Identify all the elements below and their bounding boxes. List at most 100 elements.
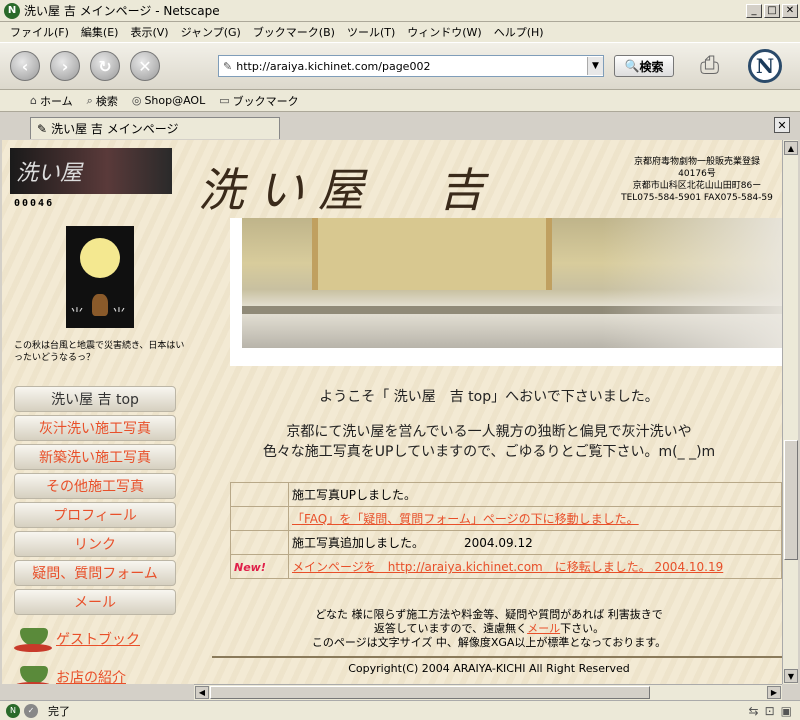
table-row: 「FAQ」を「疑問、質問フォーム」ページの下に移動しました。 <box>230 506 782 531</box>
news-badge-cell <box>230 482 289 507</box>
menu-bar: ファイル(F) 編集(E) 表示(V) ジャンプ(G) ブックマーク(B) ツー… <box>0 22 800 42</box>
moved-page-link[interactable]: メインページを http://araiya.kichinet.com に移転しま… <box>292 560 723 574</box>
entrance-photo <box>242 218 782 348</box>
bookmarks-link[interactable]: ▭ ブックマーク <box>219 93 298 109</box>
close-window-button[interactable]: ✕ <box>782 3 798 18</box>
shop-icon: ◎ <box>131 94 142 107</box>
welcome-text: ようこそ「 洗い屋 吉 top」へおいで下さいました。 <box>319 389 659 405</box>
popup-icon[interactable]: ▣ <box>781 704 792 718</box>
search-link[interactable]: ⌕ 検索 <box>87 93 118 109</box>
page-icon: ✎ <box>223 59 233 73</box>
divider <box>212 656 782 658</box>
menu-view[interactable]: 表示(V) <box>124 24 174 40</box>
horizontal-scrollbar[interactable]: ◀ ▶ <box>194 684 782 700</box>
moon-image: ⺌ ⺌ <box>66 226 134 328</box>
nav-aku-photos[interactable]: 灰汁洗い施工写真 <box>14 415 176 441</box>
page-content: 洗い屋 00046 ⺌ ⺌ この秋は台風と地震で災害続き、日本はいったいどうなる… <box>2 140 782 684</box>
menu-edit[interactable]: 編集(E) <box>75 24 125 40</box>
maximize-button[interactable]: □ <box>764 3 780 18</box>
new-badge: New! <box>234 560 266 574</box>
table-row: 施工写真UPしました。 <box>230 482 782 507</box>
scroll-left-icon[interactable]: ◀ <box>195 686 209 699</box>
search-button-label: 検索 <box>639 59 664 74</box>
status-bar: N ✓ 完了 ⇆ ⊡ ▣ <box>0 700 800 720</box>
news-badge-cell <box>230 506 289 531</box>
intro-text: 京都にて洗い屋を営んでいる一人親方の独断と偏見で灰汁洗いや 色々な施工写真をUP… <box>262 424 716 460</box>
scroll-thumb[interactable] <box>784 440 798 560</box>
netscape-logo-icon[interactable]: N <box>748 49 782 83</box>
notice-text: どなた 様に限らず施工方法や料金等、疑問や質問があれば 利害抜きで 返答していま… <box>311 608 667 649</box>
menu-go[interactable]: ジャンプ(G) <box>175 24 247 40</box>
close-tab-icon[interactable]: ✕ <box>774 117 790 133</box>
sidebar-caption: この秋は台風と地震で災害続き、日本はいったいどうなるっ？ <box>14 341 185 363</box>
news-link-cell: 「FAQ」を「疑問、質問フォーム」ページの下に移動しました。 <box>288 506 782 531</box>
chevron-down-icon[interactable]: ▼ <box>587 57 603 75</box>
menu-file[interactable]: ファイル(F) <box>4 24 75 40</box>
security-icon[interactable]: ✓ <box>24 703 38 718</box>
scroll-thumb[interactable] <box>210 686 650 699</box>
scroll-right-icon[interactable]: ▶ <box>767 686 781 699</box>
scroll-up-icon[interactable]: ▲ <box>784 141 798 155</box>
faq-moved-link[interactable]: 「FAQ」を「疑問、質問フォーム」ページの下に移動しました。 <box>292 512 639 526</box>
sidebar-nav: 洗い屋 吉 top 灰汁洗い施工写真 新築洗い施工写真 その他施工写真 プロフィ… <box>14 386 176 618</box>
connection-icon[interactable]: ⇆ <box>749 704 759 718</box>
shop-link[interactable]: ◎ Shop@AOL <box>132 94 205 107</box>
table-row: New! メインページを http://araiya.kichinet.com … <box>230 554 782 579</box>
moon-icon <box>80 238 120 278</box>
tab-title: 洗い屋 吉 メインページ <box>51 122 179 136</box>
url-text[interactable]: http://araiya.kichinet.com/page002 <box>236 60 587 73</box>
banner-image <box>230 218 782 366</box>
search-button[interactable]: 🔍 検索 <box>614 55 674 77</box>
shop-intro-link[interactable]: お店の紹介 <box>14 662 126 684</box>
lock-icon[interactable]: ⊡ <box>765 704 775 718</box>
netscape-icon: N <box>4 2 20 19</box>
mail-link[interactable]: メール <box>527 622 560 635</box>
nav-mail[interactable]: メール <box>14 589 176 615</box>
visitor-counter: 00046 <box>14 198 55 209</box>
menu-bookmarks[interactable]: ブックマーク(B) <box>247 24 341 40</box>
nav-new-photos[interactable]: 新築洗い施工写真 <box>14 444 176 470</box>
bear-icon <box>92 294 108 316</box>
news-text: 施工写真UPしました。 <box>288 482 782 507</box>
grass-icon: ⺌ <box>112 307 126 323</box>
vertical-scrollbar[interactable]: ▲ ▼ <box>782 140 798 684</box>
news-badge-cell: New! <box>230 554 289 579</box>
menu-window[interactable]: ウィンドウ(W) <box>401 24 487 40</box>
scroll-down-icon[interactable]: ▼ <box>784 669 798 683</box>
folder-icon: ▭ <box>219 94 230 107</box>
back-arrow-icon[interactable]: ‹ <box>10 51 40 81</box>
stop-icon[interactable]: ✕ <box>130 51 160 81</box>
forward-arrow-icon[interactable]: › <box>50 51 80 81</box>
minimize-button[interactable]: _ <box>746 3 762 18</box>
news-link-cell: メインページを http://araiya.kichinet.com に移転しま… <box>288 554 782 579</box>
site-logo[interactable]: 洗い屋 <box>10 148 172 194</box>
nav-other-photos[interactable]: その他施工写真 <box>14 473 176 499</box>
table-row: 施工写真追加しました。 2004.09.12 <box>230 530 782 555</box>
title-bar: N 洗い屋 吉 メインページ - Netscape _ □ ✕ <box>0 0 800 22</box>
tab-main-page[interactable]: ✎ 洗い屋 吉 メインページ <box>30 117 280 139</box>
copyright: Copyright(C) 2004 ARAIYA-KICHI All Right… <box>348 662 630 675</box>
status-icons: ⇆ ⊡ ▣ <box>743 704 792 718</box>
nav-links[interactable]: リンク <box>14 531 176 557</box>
address-bar[interactable]: ✎ http://araiya.kichinet.com/page002 ▼ <box>218 55 604 77</box>
menu-tools[interactable]: ツール(T) <box>341 24 401 40</box>
netscape-status-icon[interactable]: N <box>6 703 20 718</box>
window-title: 洗い屋 吉 メインページ - Netscape <box>24 4 220 18</box>
menu-help[interactable]: ヘルプ(H) <box>488 24 550 40</box>
teacup-icon <box>14 662 52 684</box>
search-icon: ⌕ <box>86 93 93 107</box>
guestbook-link[interactable]: ゲストブック <box>14 624 140 654</box>
grass-icon: ⺌ <box>70 307 84 323</box>
nav-faq-form[interactable]: 疑問、質問フォーム <box>14 560 176 586</box>
business-info: 京都府毒物劇物一般販売業登録 40176号 京都市山科区北花山山田町86ー TE… <box>621 157 773 203</box>
teacup-icon <box>14 624 52 654</box>
news-table: 施工写真UPしました。 「FAQ」を「疑問、質問フォーム」ページの下に移動しまし… <box>230 482 782 579</box>
status-text: 完了 <box>48 704 70 718</box>
print-icon[interactable]: ⎙ <box>700 51 730 81</box>
nav-profile[interactable]: プロフィール <box>14 502 176 528</box>
nav-top[interactable]: 洗い屋 吉 top <box>14 386 176 412</box>
news-date: 2004.09.12 <box>464 536 533 550</box>
reload-icon[interactable]: ↻ <box>90 51 120 81</box>
home-link[interactable]: ⌂ ホーム <box>30 93 73 109</box>
news-text-cell: 施工写真追加しました。 2004.09.12 <box>288 530 782 555</box>
